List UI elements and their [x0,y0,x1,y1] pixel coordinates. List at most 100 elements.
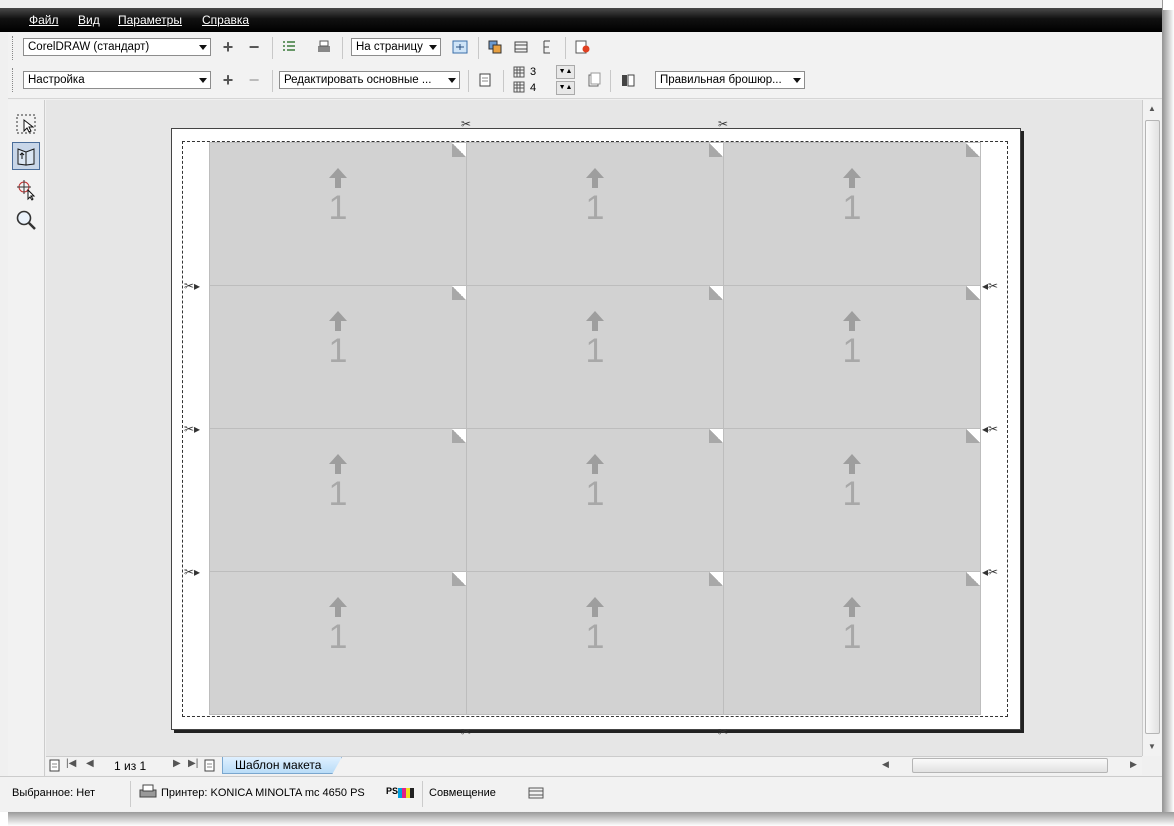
checklist-icon [283,41,295,51]
color-separations-icon [488,40,502,54]
orientation-arrow-icon [843,454,861,474]
imposition-cell[interactable]: 1 [723,285,981,429]
menu-options[interactable]: Параметры [118,13,182,27]
binding-select[interactable]: Правильная брошюр... [655,71,805,89]
printer-icon [318,40,330,52]
scroll-down-icon[interactable]: ▼ [1148,742,1156,751]
first-page-icon[interactable]: |◀ [66,758,76,769]
add-layout-button[interactable]: + [218,70,238,90]
binding-mode-button[interactable] [618,70,638,90]
menu-file[interactable]: Файл [29,13,59,27]
orientation-arrow-icon [329,597,347,617]
pick-tool-icon [16,114,36,134]
next-page-icon[interactable]: ▶ [173,758,181,769]
edit-settings-select[interactable]: Редактировать основные ... [279,71,460,89]
cut-mark-icon: ✂ [718,725,729,739]
workspace-select[interactable]: CorelDRAW (стандарт) [23,38,211,56]
orientation-arrow-icon [586,597,604,617]
pick-tool[interactable] [12,110,40,138]
cut-mark-icon: ✂▸ [184,422,201,436]
cell-page-number: 1 [842,475,862,513]
invert-button[interactable] [511,37,531,57]
sheet-page: 1 1 1 1 1 1 1 1 1 1 1 1 [171,128,1021,730]
full-screen-button[interactable] [450,37,470,57]
page-corner-icon [709,572,723,586]
imposition-cell[interactable]: 1 [466,142,724,286]
imposition-cell[interactable]: 1 [466,285,724,429]
imposition-cell[interactable]: 1 [209,571,467,715]
columns-value[interactable]: 4 [530,81,548,95]
page-order-button[interactable] [584,70,604,90]
imposition-cell[interactable]: 1 [723,428,981,572]
binding-value: Правильная брошюр... [660,74,782,86]
page-corner-icon [452,286,466,300]
preview-canvas[interactable]: 1 1 1 1 1 1 1 1 1 1 1 1 ✂ ✂ ✂ ✂ ✂▸ ✂▸ ✂▸ ◂✂ ◂✂ ◂✂ [46,100,1142,756]
imposition-cell[interactable]: 1 [723,142,981,286]
imposition-cell[interactable]: 1 [723,571,981,715]
mirror-icon [543,40,550,54]
separator [565,37,566,59]
menu-help[interactable]: Справка [202,13,249,27]
page-corner-icon [452,429,466,443]
toolbar-grip[interactable] [12,36,16,60]
print-preview-window: Файл Вид Параметры Справка CorelDRAW (ст… [0,0,1163,812]
remove-layout-button[interactable]: − [244,70,264,90]
orientation-arrow-icon [329,168,347,188]
imposition-preset-select[interactable]: Настройка [23,71,211,89]
columns-stepper[interactable]: ▼▲ [556,81,575,95]
add-preset-button[interactable]: + [218,37,238,57]
standard-toolbar: CorelDRAW (стандарт) + − На страницу [8,32,1162,65]
page-icon[interactable] [204,759,216,772]
template-button[interactable] [475,70,495,90]
toolbar-grip[interactable] [12,68,16,92]
rows-stepper[interactable]: ▼▲ [556,65,575,79]
page-corner-icon [709,429,723,443]
window-shadow [1163,10,1174,816]
window-shadow [8,812,1174,826]
rows-value[interactable]: 3 [530,65,548,79]
zoom-value: На страницу [356,41,423,53]
close-preview-button[interactable] [572,37,592,57]
imposition-cell[interactable]: 1 [466,571,724,715]
last-page-icon[interactable]: ▶| [188,758,198,769]
scroll-up-icon[interactable]: ▲ [1148,104,1156,113]
mirror-button[interactable] [537,37,557,57]
workspace-value: CorelDRAW (стандарт) [28,41,150,53]
print-button[interactable] [314,37,334,57]
zoom-select[interactable]: На страницу [351,38,441,56]
menu-view[interactable]: Вид [78,13,100,27]
page-counter: 1 из 1 [114,759,147,773]
imposition-cell[interactable]: 1 [209,285,467,429]
chevron-down-icon [429,45,437,50]
separator [503,70,504,92]
imposition-cell[interactable]: 1 [209,428,467,572]
remove-preset-button[interactable]: − [244,37,264,57]
orientation-arrow-icon [843,168,861,188]
close-preview-icon [575,40,590,54]
separations-button[interactable] [485,37,505,57]
color-swatches-icon [398,788,414,798]
page-corner-icon [966,572,980,586]
tab-layout-template[interactable]: Шаблон макета [222,757,342,774]
edit-settings-value: Редактировать основные ... [284,74,432,86]
cell-page-number: 1 [842,618,862,656]
scroll-right-icon[interactable]: ▶ [1130,759,1137,770]
cell-page-number: 1 [585,189,605,227]
zoom-tool[interactable] [12,206,40,234]
page-navigator-bar: |◀ ◀ 1 из 1 ▶ ▶| Шаблон макета ◀ ▶ [46,756,1142,775]
imposition-tool[interactable] [12,142,40,170]
imposition-cell[interactable]: 1 [209,142,467,286]
marks-tool[interactable] [12,176,40,204]
cell-page-number: 1 [328,189,348,227]
print-options-button[interactable] [279,37,299,57]
imposition-cell[interactable]: 1 [466,428,724,572]
selection-status: Выбранное: Нет [12,787,96,799]
horizontal-scroll-thumb[interactable] [912,758,1108,773]
page-icon[interactable] [49,759,61,772]
vertical-scroll-thumb[interactable] [1145,120,1160,734]
vertical-scrollbar[interactable]: ▲ ▼ [1142,100,1161,756]
imposition-preset-value: Настройка [28,74,85,86]
prev-page-icon[interactable]: ◀ [86,758,94,769]
scroll-left-icon[interactable]: ◀ [882,759,889,770]
cell-page-number: 1 [842,332,862,370]
